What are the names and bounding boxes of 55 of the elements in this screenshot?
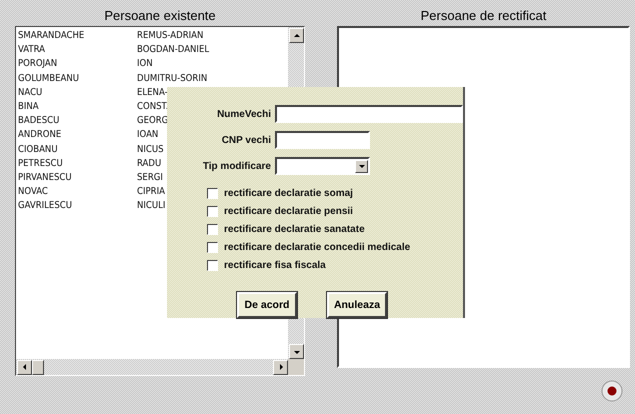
scroll-right-button[interactable] [273,360,288,374]
list-cell: IOAN [137,128,158,142]
list-cell-text: CONST. [137,100,168,114]
checkbox-label: rectificare fisa fiscala [224,260,326,271]
list-cell-text: NOVAC [18,185,49,200]
list-cell-text: GAVRILESCU [18,199,73,214]
scroll-down-button[interactable] [289,344,304,359]
dialog-button[interactable]: De acord [237,292,297,318]
list-cell-text: REMUS-ADRIAN [137,29,204,43]
dropdown-field[interactable] [275,157,370,175]
list-cell: GEORG [137,114,168,128]
list-cell-text: PIRVANESCU [18,170,73,185]
list-cell-text: CIOBANU [18,142,59,156]
list-cell-text: ANDRONE [18,128,62,142]
dropdown-button[interactable] [355,160,368,172]
list-cell: DUMITRU-SORIN [137,72,208,86]
record-button[interactable] [601,380,623,402]
checkbox[interactable] [207,188,218,199]
dialog-button[interactable]: Anuleaza [327,292,387,318]
checkbox[interactable] [207,242,218,253]
horizontal-scrollbar[interactable] [16,359,288,375]
scrollbar-corner [288,359,304,375]
list-cell-text: PETRESCU [18,156,64,171]
field-label: NumeVechi [217,108,272,120]
list-cell-text: SERGI [137,170,163,185]
list-cell-text: ION [137,57,153,72]
panel-title: Persoane existente [103,8,217,25]
checkbox-label: rectificare declaratie somaj [224,188,353,199]
list-cell: CIPRIA [137,185,165,200]
checkbox[interactable] [207,206,218,217]
checkbox-label: rectificare declaratie pensii [224,206,353,217]
list-cell-text: BADESCU [18,114,60,128]
checkbox-label: rectificare declaratie concedii medicale [224,242,410,253]
list-cell: BOGDAN-DANIEL [137,43,210,58]
list-cell: ELENA- [137,86,168,100]
list-cell-text: BINA [18,100,40,114]
scroll-thumb[interactable] [32,360,44,374]
input-field[interactable] [275,131,370,149]
list-cell-text: NICUS [137,142,164,156]
list-cell-text: SMARANDACHE [18,29,86,43]
list-cell: NICULI [137,199,166,214]
panel-title: Persoane de rectificat [420,8,548,25]
checkbox[interactable] [207,260,218,271]
list-cell-text: GOLUMBEANU [18,72,80,86]
list-cell-text: VATRA [18,43,46,58]
checkbox-label: rectificare declaratie sanatate [224,224,365,235]
list-cell-text: NACU [18,86,44,100]
field-label: Tip modificare [202,160,272,172]
list-cell: RADU [137,156,162,171]
list-cell-text: POROJAN [18,57,58,72]
scroll-up-button[interactable] [289,28,304,43]
field-label: CNP vechi [222,134,272,146]
scroll-left-button[interactable] [17,360,32,374]
input-field[interactable] [275,105,463,123]
checkbox[interactable] [207,224,218,235]
